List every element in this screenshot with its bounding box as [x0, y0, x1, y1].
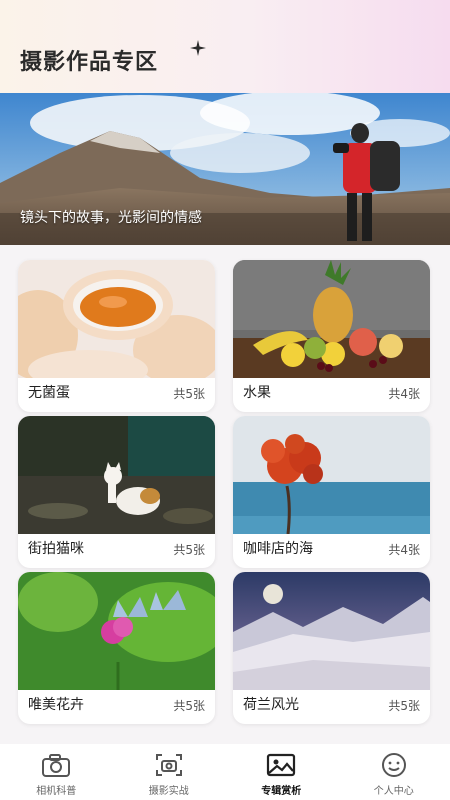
album-name: 唯美花卉: [28, 697, 84, 713]
album-name: 水果: [243, 385, 271, 401]
album-name: 咖啡店的海: [243, 541, 313, 557]
album-card-cat[interactable]: 街拍猫咪 共5张: [18, 416, 215, 568]
sparkle-icon: [190, 40, 206, 56]
smile-face-icon: [381, 753, 406, 777]
album-name: 无菌蛋: [28, 385, 70, 401]
album-cover-image: [233, 416, 430, 534]
album-card-sea[interactable]: 咖啡店的海 共4张: [233, 416, 430, 568]
tab-camera-science[interactable]: 相机科普: [0, 744, 113, 800]
header: 摄影作品专区: [0, 0, 450, 95]
album-count: 共4张: [388, 387, 420, 401]
album-card-flowers[interactable]: 唯美花卉 共5张: [18, 572, 215, 724]
page-title: 摄影作品专区: [20, 50, 159, 75]
bottom-tab-bar: 相机科普 摄影实战 专辑赏析 个人中心: [0, 744, 450, 800]
album-cover-image: [18, 572, 215, 690]
album-name: 街拍猫咪: [28, 541, 84, 557]
tab-label: 个人中心: [373, 786, 414, 797]
album-card-eggs[interactable]: 无菌蛋 共5张: [18, 260, 215, 412]
scan-camera-icon: [155, 754, 182, 776]
album-card-fruit[interactable]: 水果 共4张: [233, 260, 430, 412]
tab-album-appreciation[interactable]: 专辑赏析: [225, 744, 338, 800]
banner-caption: 镜头下的故事，光影间的情感: [20, 210, 202, 226]
album-count: 共5张: [173, 543, 205, 557]
album-cover-image: [18, 260, 215, 378]
tab-photo-practice[interactable]: 摄影实战: [113, 744, 226, 800]
album-cover-image: [233, 572, 430, 690]
album-count: 共5张: [388, 699, 420, 713]
album-cover-image: [18, 416, 215, 534]
album-count: 共4张: [388, 543, 420, 557]
album-cover-image: [233, 260, 430, 378]
album-count: 共5张: [173, 699, 205, 713]
tab-label: 相机科普: [36, 786, 77, 797]
banner-image[interactable]: 镜头下的故事，光影间的情感: [0, 93, 450, 245]
tab-label: 专辑赏析: [261, 786, 302, 797]
album-name: 荷兰风光: [243, 697, 299, 713]
tab-profile[interactable]: 个人中心: [338, 744, 450, 800]
tab-label: 摄影实战: [148, 786, 189, 797]
camera-icon: [42, 754, 71, 777]
image-icon: [267, 753, 296, 777]
album-card-netherlands[interactable]: 荷兰风光 共5张: [233, 572, 430, 724]
album-count: 共5张: [173, 387, 205, 401]
